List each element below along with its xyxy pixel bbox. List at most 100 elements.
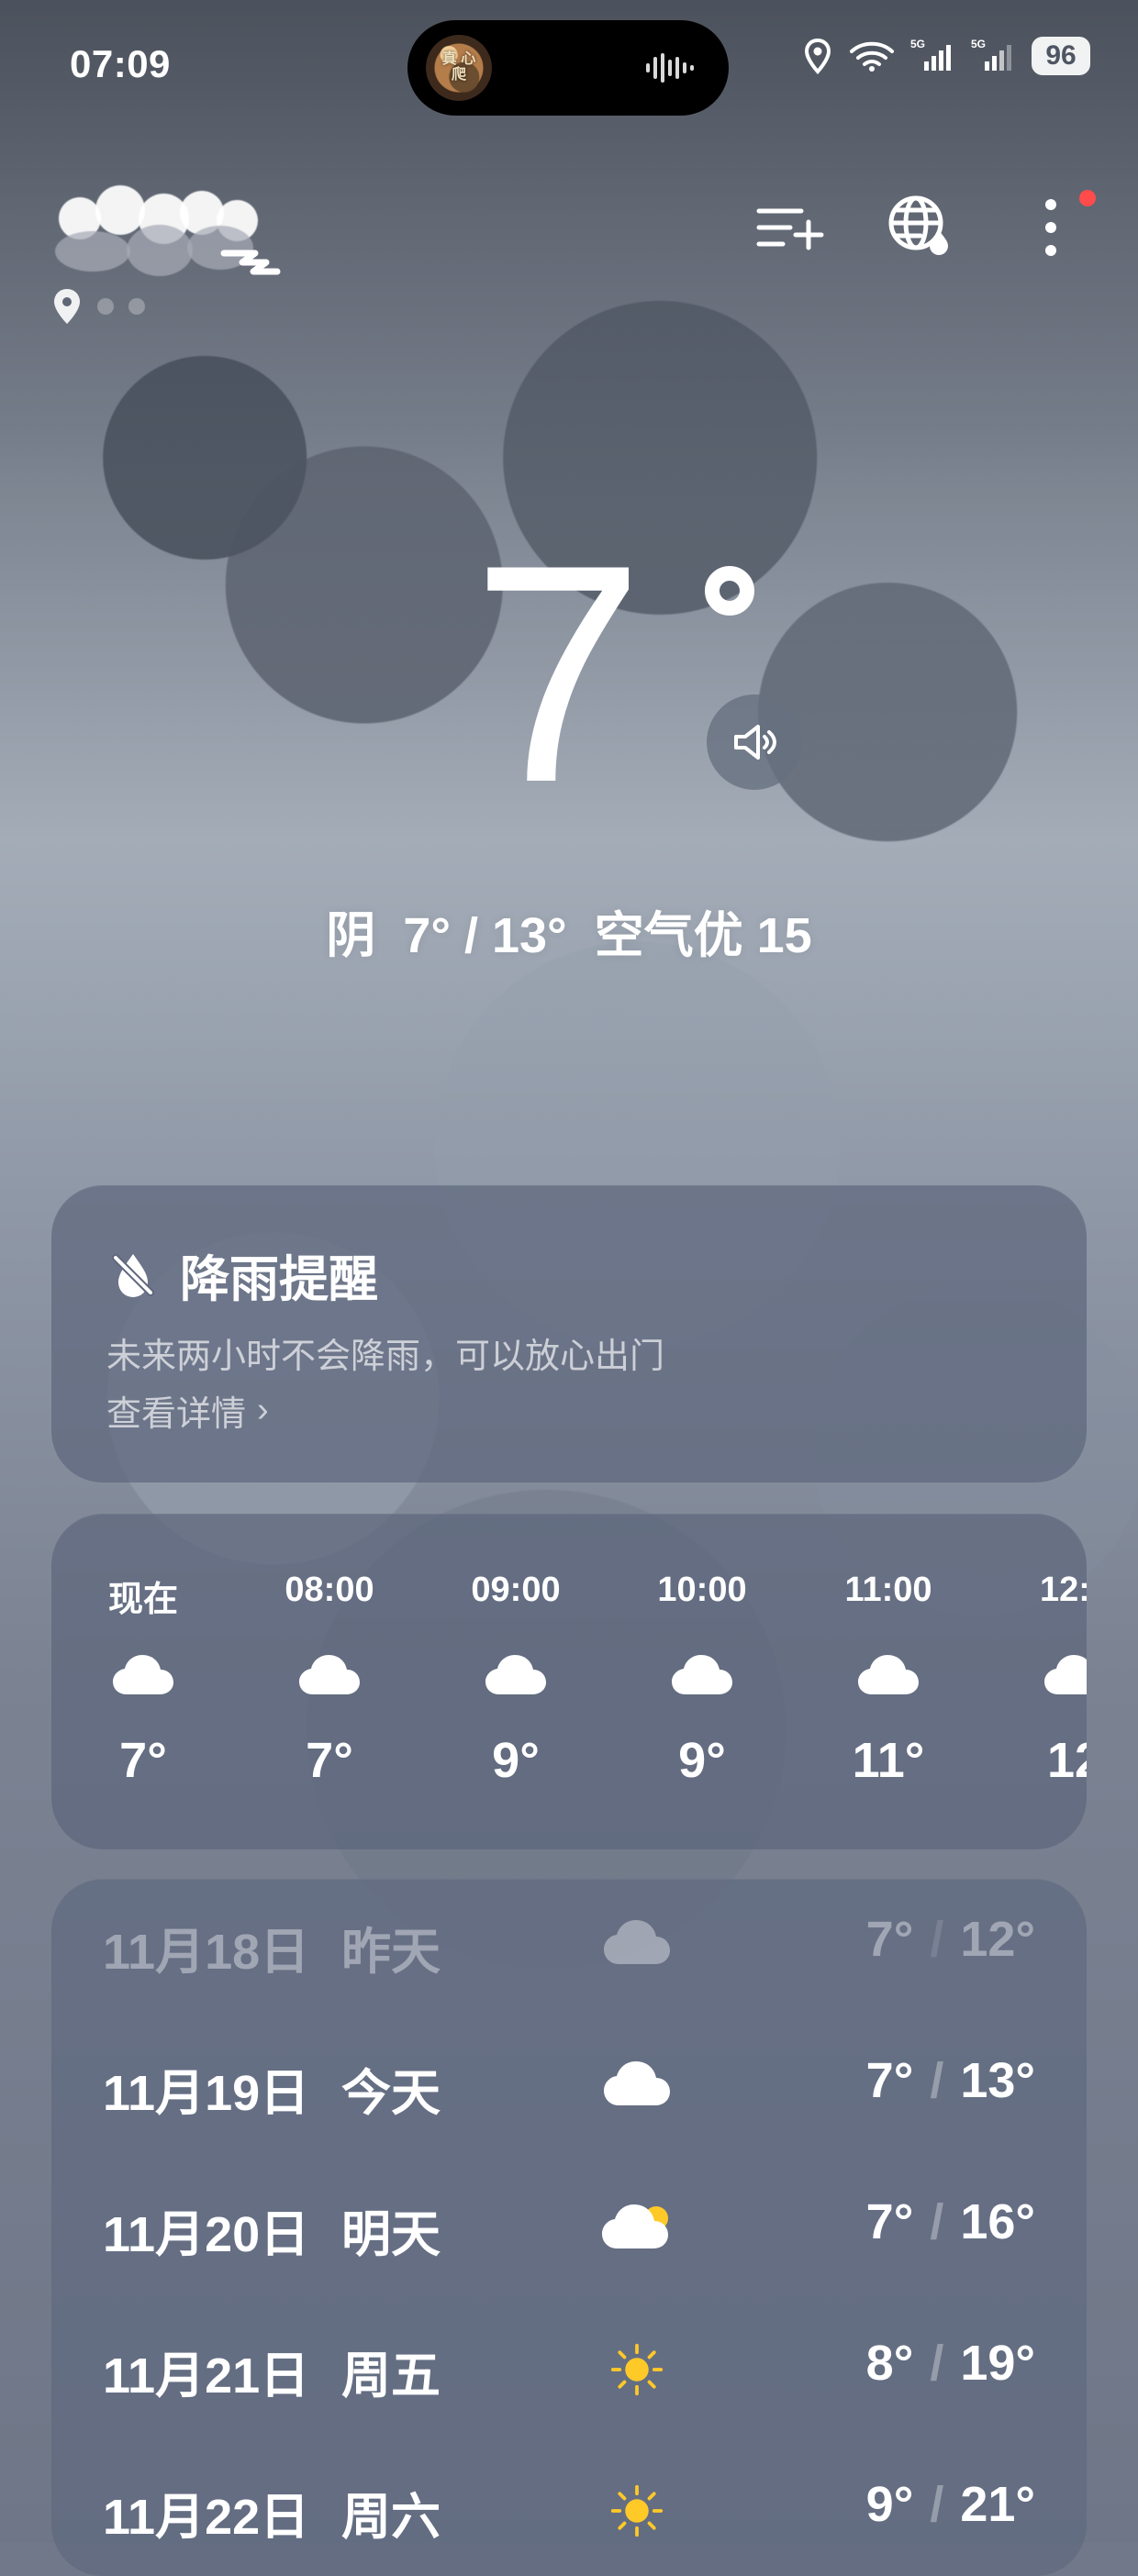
daily-row[interactable]: 11月21日 周五 8° / 19° bbox=[51, 2303, 1087, 2440]
cloud-icon bbox=[672, 1655, 732, 1694]
day-date: 11月21日 bbox=[103, 2348, 310, 2404]
day-name: 周五 bbox=[341, 2348, 441, 2404]
media-artwork-text: 真 心 爬 bbox=[441, 51, 476, 83]
temp-separator: / bbox=[930, 2477, 944, 2532]
rain-alert-title: 降雨提醒 bbox=[180, 1252, 378, 1307]
sun-icon bbox=[610, 2343, 664, 2396]
day-name: 昨天 bbox=[341, 1925, 441, 1980]
current-weather: 7 阴 7° / 13° 空气优 15 bbox=[0, 518, 1138, 968]
day-high-temp: 21° bbox=[960, 2477, 1035, 2532]
day-high-temp: 12° bbox=[960, 1912, 1035, 1967]
day-low-temp: 7° bbox=[865, 2194, 914, 2249]
signal-5g-icon-2: 5G bbox=[971, 38, 1017, 74]
header-actions bbox=[751, 188, 1096, 267]
hourly-item-partial[interactable]: 12:0 12 bbox=[1010, 1550, 1087, 1798]
degree-symbol bbox=[705, 566, 754, 616]
list-add-icon bbox=[756, 208, 824, 250]
daily-forecast-card[interactable]: 11月18日 昨天 7° / 12° 11月19日 今天 7° / 13° 11月20日… bbox=[51, 1879, 1087, 2576]
cloud-icon bbox=[604, 2061, 670, 2105]
day-date: 11月22日 bbox=[103, 2490, 310, 2545]
status-icons-group: 5G 5G 96 bbox=[802, 37, 1090, 75]
hour-temperature: 7° bbox=[306, 1733, 353, 1788]
hour-temperature: 9° bbox=[492, 1733, 540, 1788]
globe-drop-icon bbox=[888, 195, 948, 255]
page-dot bbox=[128, 298, 145, 315]
day-name: 今天 bbox=[341, 2066, 441, 2121]
no-rain-icon bbox=[112, 1253, 154, 1297]
hourly-item[interactable]: 现在 7° bbox=[79, 1550, 207, 1798]
day-high-temp: 19° bbox=[960, 2336, 1035, 2391]
page-indicators bbox=[51, 287, 145, 326]
hour-label: 11:00 bbox=[844, 1571, 932, 1609]
daily-row[interactable]: 11月19日 今天 7° / 13° bbox=[51, 2020, 1087, 2158]
hour-temperature: 9° bbox=[678, 1733, 726, 1788]
hourly-forecast-card[interactable]: 现在 7° 08:00 7° 09:00 9° 10:00 9° 11:00 1… bbox=[51, 1514, 1087, 1849]
weather-header bbox=[0, 156, 1138, 339]
rain-alert-card[interactable]: 降雨提醒 未来两小时不会降雨，可以放心出门 查看详情 › bbox=[51, 1185, 1087, 1482]
current-temperature: 7 bbox=[472, 500, 644, 847]
day-low-temp: 7° bbox=[865, 2053, 914, 2108]
hour-label: 10:00 bbox=[657, 1571, 747, 1609]
chevron-right-icon: › bbox=[257, 1391, 269, 1429]
dynamic-island[interactable]: 真 心 爬 bbox=[407, 20, 729, 116]
day-temperature-range: 8° / 19° bbox=[866, 2335, 1035, 2392]
audio-wave-icon bbox=[646, 53, 694, 83]
more-options-button[interactable] bbox=[1011, 188, 1096, 267]
daily-row[interactable]: 11月18日 昨天 7° / 12° bbox=[51, 1879, 1087, 2016]
title-zigzag-icon bbox=[220, 250, 281, 275]
hourly-item[interactable]: 09:00 9° bbox=[452, 1550, 580, 1798]
daily-row[interactable]: 11月20日 明天 7° / 16° bbox=[51, 2161, 1087, 2299]
current-location-pin-icon bbox=[51, 287, 83, 326]
city-manage-button[interactable] bbox=[751, 188, 830, 267]
cloud-icon bbox=[858, 1655, 919, 1694]
world-weather-button[interactable] bbox=[881, 188, 960, 267]
day-low-temp: 7° bbox=[865, 1912, 914, 1967]
signal-5g-label-2: 5G bbox=[971, 38, 986, 50]
temp-separator: / bbox=[930, 2194, 944, 2249]
hourly-item[interactable]: 08:00 7° bbox=[265, 1550, 394, 1798]
day-low-temp: 9° bbox=[865, 2477, 914, 2532]
day-temperature-range: 7° / 16° bbox=[866, 2193, 1035, 2250]
rain-alert-details-link[interactable]: 查看详情 › bbox=[106, 1385, 269, 1436]
temp-separator: / bbox=[930, 2053, 944, 2108]
day-date: 11月18日 bbox=[103, 1925, 310, 1980]
wifi-icon bbox=[848, 39, 896, 73]
day-low-temp: 8° bbox=[865, 2336, 914, 2391]
temp-separator: / bbox=[930, 2336, 944, 2391]
location-icon bbox=[802, 38, 833, 74]
rain-alert-description: 未来两小时不会降雨，可以放心出门 bbox=[106, 1338, 665, 1376]
partly-sunny-icon bbox=[602, 2204, 668, 2248]
temp-separator: / bbox=[930, 1912, 944, 1967]
hour-temperature: 11° bbox=[852, 1733, 925, 1788]
day-temperature-range: 7° / 13° bbox=[866, 2052, 1035, 2109]
cloud-icon bbox=[1044, 1655, 1087, 1694]
weather-summary: 阴 7° / 13° 空气优 15 bbox=[326, 908, 812, 963]
day-name: 周六 bbox=[341, 2490, 441, 2545]
hour-label: 09:00 bbox=[471, 1571, 561, 1609]
cloud-icon bbox=[299, 1655, 360, 1694]
day-temperature-range: 7° / 12° bbox=[866, 1911, 1035, 1968]
rain-alert-link-text: 查看详情 bbox=[106, 1395, 247, 1434]
media-artwork: 真 心 爬 bbox=[426, 35, 492, 101]
rain-alert-header: 降雨提醒 bbox=[106, 1238, 378, 1311]
day-name: 明天 bbox=[341, 2207, 441, 2262]
page-dot bbox=[97, 298, 114, 315]
sun-icon bbox=[610, 2484, 664, 2537]
location-title[interactable] bbox=[51, 183, 299, 284]
daily-row-partial[interactable]: 11月22日 周六 9° / 21° bbox=[51, 2444, 1087, 2576]
hourly-item[interactable]: 11:00 11° bbox=[824, 1550, 953, 1798]
speaker-icon bbox=[734, 725, 776, 760]
battery-indicator: 96 bbox=[1032, 37, 1090, 75]
hour-temperature: 12 bbox=[1046, 1733, 1087, 1788]
more-vertical-icon bbox=[1045, 199, 1056, 256]
signal-5g-label: 5G bbox=[910, 38, 925, 50]
notification-dot bbox=[1079, 190, 1096, 206]
status-bar: 07:09 真 心 爬 5G 5G 96 bbox=[0, 0, 1138, 133]
cloud-icon bbox=[113, 1655, 173, 1694]
hourly-item[interactable]: 10:00 9° bbox=[638, 1550, 766, 1798]
status-time: 07:09 bbox=[70, 42, 171, 85]
hour-label: 12:0 bbox=[1039, 1571, 1087, 1609]
day-temperature-range: 9° / 21° bbox=[866, 2476, 1035, 2533]
signal-5g-icon: 5G bbox=[910, 38, 956, 74]
voice-broadcast-button[interactable] bbox=[707, 694, 802, 790]
